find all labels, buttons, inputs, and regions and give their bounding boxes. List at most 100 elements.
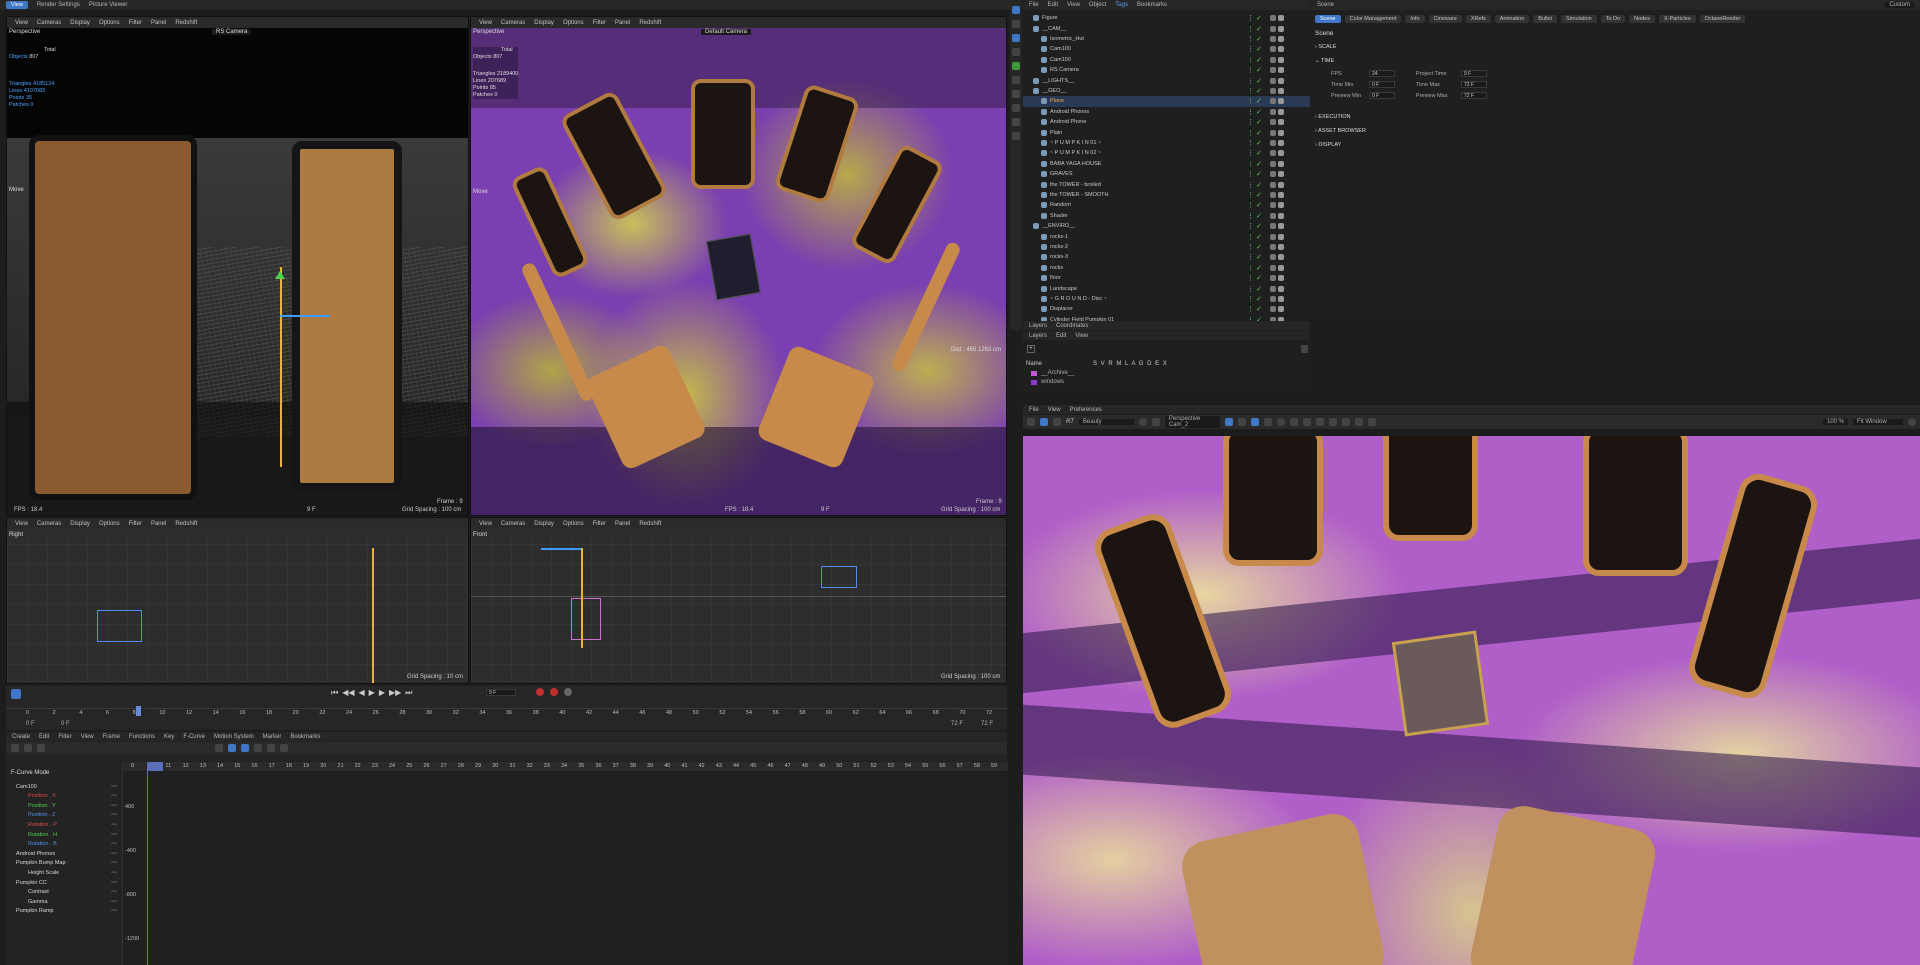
visibility-icon[interactable]: ⋮ — [1247, 295, 1254, 303]
object-row[interactable]: RS Camera ⋮ ✓ — [1023, 65, 1310, 75]
tag-icon[interactable] — [1278, 25, 1284, 32]
settings-icon[interactable] — [1263, 418, 1272, 426]
enabled-check-icon[interactable]: ✓ — [1256, 264, 1270, 272]
object-row[interactable]: rocks ⋮ ✓ — [1023, 263, 1310, 273]
time-max-field[interactable]: 72 F — [1461, 81, 1487, 88]
visibility-icon[interactable]: ⋮ — [1247, 212, 1254, 220]
tag-icon[interactable] — [1270, 160, 1276, 167]
object-row[interactable]: __GEO__ ⋮ ✓ — [1023, 86, 1310, 96]
menu-redshift[interactable]: Redshift — [639, 20, 661, 26]
tag-icon[interactable] — [1278, 46, 1284, 53]
render-icon[interactable] — [1027, 418, 1035, 426]
tags-area[interactable] — [1270, 56, 1310, 63]
fcurve-track[interactable]: Android Phones ▫▫▫ — [6, 849, 121, 858]
tool-icon[interactable] — [1012, 118, 1020, 126]
attribute-mode-select[interactable]: Custom — [1885, 2, 1914, 8]
om-menu-view[interactable]: View — [1067, 2, 1080, 8]
tags-area[interactable] — [1270, 119, 1310, 126]
play-icon[interactable]: ▶ — [369, 688, 375, 698]
fc-menu-marker[interactable]: Marker — [263, 734, 282, 740]
object-row[interactable]: ~ P U M P K I N 02 ~ ⋮ ✓ — [1023, 148, 1310, 158]
tag-icon[interactable] — [1278, 35, 1284, 42]
enabled-check-icon[interactable]: ✓ — [1256, 243, 1270, 251]
tags-area[interactable] — [1270, 35, 1310, 42]
fc-menu-key[interactable]: Key — [164, 734, 174, 740]
tool-icon[interactable] — [280, 744, 288, 752]
object-row[interactable]: GRAVES ⋮ ✓ — [1023, 169, 1310, 179]
visibility-icon[interactable]: ⋮ — [1247, 25, 1254, 33]
zoom-icon[interactable] — [1289, 418, 1298, 426]
layer-color-swatch[interactable] — [1031, 370, 1037, 376]
visibility-icon[interactable]: ⋮ — [1247, 264, 1254, 272]
timeline-preview-start[interactable]: 0 F — [61, 721, 70, 727]
tag-icon[interactable] — [1270, 129, 1276, 136]
fit-select[interactable]: Fit Window — [1853, 419, 1903, 425]
tool-icon[interactable] — [1012, 76, 1020, 84]
tag-icon[interactable] — [1278, 15, 1284, 22]
fcurve-track[interactable]: Cam100 ▫▫▫ — [6, 782, 121, 791]
enabled-check-icon[interactable]: ✓ — [1256, 77, 1270, 85]
track-lock-icon[interactable]: ▫▫▫ — [111, 870, 117, 876]
attribute-tab[interactable]: Nodes — [1629, 15, 1655, 23]
tag-icon[interactable] — [1278, 285, 1284, 292]
tag-icon[interactable] — [1278, 275, 1284, 282]
visibility-icon[interactable]: ⋮ — [1247, 243, 1254, 251]
tag-icon[interactable] — [1270, 295, 1276, 302]
menu-filter[interactable]: Filter — [593, 521, 606, 527]
rv-menu-preferences[interactable]: Preferences — [1070, 407, 1102, 413]
layout-icon[interactable] — [37, 744, 45, 752]
track-lock-icon[interactable]: ▫▫▫ — [111, 803, 117, 809]
fc-menu-edit[interactable]: Edit — [39, 734, 49, 740]
preview-min-field[interactable]: 0 F — [1369, 92, 1395, 99]
tag-icon[interactable] — [1270, 275, 1276, 282]
tag-icon[interactable] — [1278, 202, 1284, 209]
menu-display[interactable]: Display — [70, 20, 90, 26]
timeline-end[interactable]: 72 F — [981, 721, 993, 727]
tag-icon[interactable] — [1270, 87, 1276, 94]
gear-icon[interactable] — [1908, 418, 1916, 426]
tool-icon[interactable] — [1012, 104, 1020, 112]
save-icon[interactable] — [1341, 418, 1350, 426]
object-row[interactable]: __ENVIRO__ ⋮ ✓ — [1023, 221, 1310, 231]
tag-icon[interactable] — [1270, 233, 1276, 240]
attribute-tab[interactable]: Color Management — [1344, 15, 1402, 23]
visibility-icon[interactable]: ⋮ — [1247, 77, 1254, 85]
tags-area[interactable] — [1270, 191, 1310, 198]
tag-icon[interactable] — [1278, 264, 1284, 271]
tag-icon[interactable] — [1278, 233, 1284, 240]
menu-panel[interactable]: Panel — [151, 521, 166, 527]
phone-object-2[interactable] — [691, 79, 755, 189]
grid-icon[interactable] — [1237, 418, 1246, 426]
menu-panel[interactable]: Panel — [615, 20, 630, 26]
tag-icon[interactable] — [1270, 264, 1276, 271]
camera-wireframe-icon[interactable] — [97, 610, 142, 642]
fc-menu-functions[interactable]: Functions — [129, 734, 155, 740]
visibility-icon[interactable]: ⋮ — [1247, 129, 1254, 137]
visibility-icon[interactable]: ⋮ — [1247, 201, 1254, 209]
tags-area[interactable] — [1270, 46, 1310, 53]
visibility-icon[interactable]: ⋮ — [1247, 139, 1254, 147]
tag-icon[interactable] — [1278, 139, 1284, 146]
render-image[interactable] — [1023, 436, 1920, 965]
visibility-icon[interactable]: ⋮ — [1247, 233, 1254, 241]
track-lock-icon[interactable]: ▫▫▫ — [111, 832, 117, 838]
keyframe-mode-icon[interactable] — [11, 689, 21, 699]
tags-area[interactable] — [1270, 202, 1310, 209]
menu-panel[interactable]: Panel — [151, 20, 166, 26]
enabled-check-icon[interactable]: ✓ — [1256, 212, 1270, 220]
track-lock-icon[interactable]: ▫▫▫ — [111, 822, 117, 828]
layer-row[interactable]: windows — [1031, 379, 1064, 385]
fcurve-ruler[interactable]: 8101112131415161718192021222324252627282… — [123, 762, 1008, 771]
rv-menu-view[interactable]: View — [1048, 407, 1061, 413]
tool-icon[interactable] — [1012, 20, 1020, 28]
tags-area[interactable] — [1270, 108, 1310, 115]
object-row[interactable]: Cam100 ⋮ ✓ — [1023, 55, 1310, 65]
preview-max-field[interactable]: 72 F — [1461, 92, 1487, 99]
snapshot-icon[interactable] — [1250, 418, 1259, 426]
tag-icon[interactable] — [1270, 77, 1276, 84]
tag-icon[interactable] — [1278, 56, 1284, 63]
enabled-check-icon[interactable]: ✓ — [1256, 35, 1270, 43]
tags-area[interactable] — [1270, 285, 1310, 292]
menu-redshift[interactable]: Redshift — [639, 521, 661, 527]
tag-icon[interactable] — [1278, 181, 1284, 188]
